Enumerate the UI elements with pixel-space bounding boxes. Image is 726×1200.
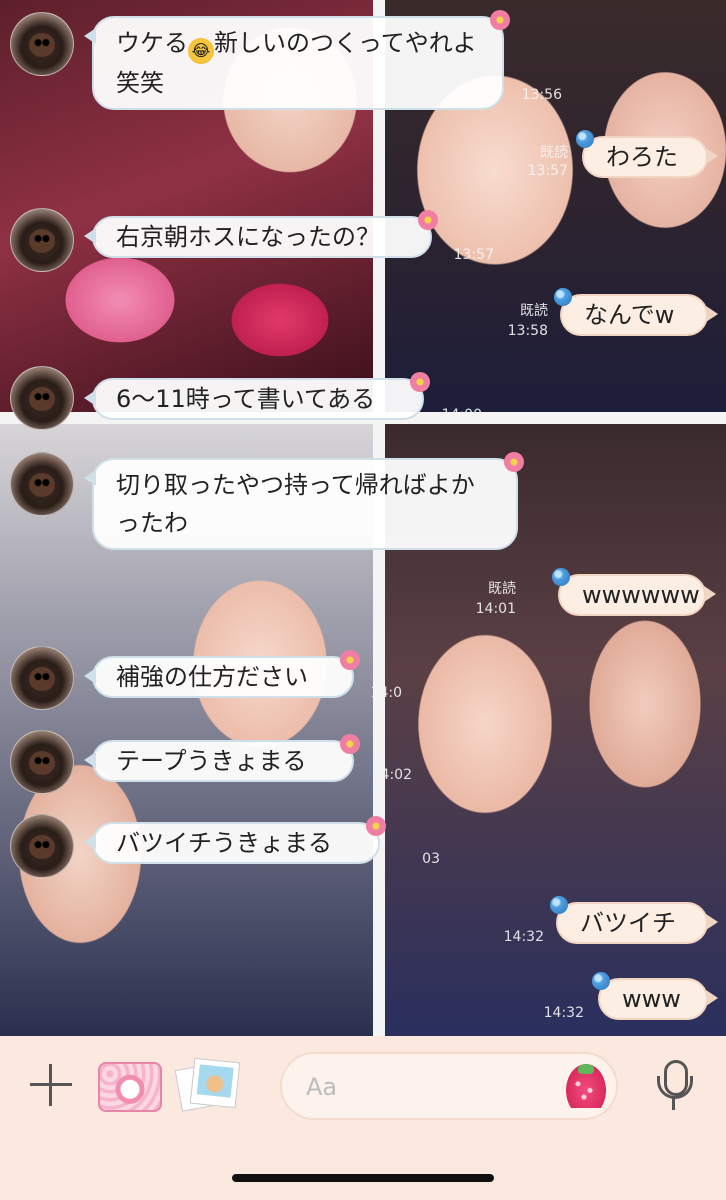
message-bubble-outgoing[interactable]: バツイチ <box>550 896 718 944</box>
read-receipt: 既読 <box>540 145 568 161</box>
blueberry-icon <box>550 896 568 914</box>
timestamp: 14:00 <box>441 407 482 423</box>
message-bubble-outgoing[interactable]: なんでw <box>554 288 718 336</box>
message-input[interactable] <box>304 1068 558 1106</box>
message-text: wwwwww <box>582 581 700 609</box>
timestamp: 14:32 <box>543 1005 584 1021</box>
message-text: わろた <box>606 143 678 171</box>
message-bubble-incoming[interactable]: ウケる 😂 新しいのつくってやれよ笑笑 <box>84 10 510 110</box>
read-receipt: 既読 <box>520 303 548 319</box>
message-bubble-incoming[interactable]: 右京朝ホスになったの？ <box>84 210 438 258</box>
blueberry-icon <box>576 130 594 148</box>
message-text: バツイチうきょまる <box>116 829 332 857</box>
timestamp: 13:57 <box>453 247 494 263</box>
mic-stem <box>672 1098 675 1110</box>
timestamp: 13:58 <box>507 323 548 339</box>
avatar[interactable] <box>10 366 74 430</box>
flower-icon <box>366 816 386 836</box>
camera-icon[interactable] <box>98 1062 162 1112</box>
blueberry-icon <box>554 288 572 306</box>
flower-icon <box>418 210 438 230</box>
message-list[interactable]: ウケる 😂 新しいのつくってやれよ笑笑 13:56 既読 13:57 わろた 右京朝… <box>0 0 726 1036</box>
flower-icon <box>340 650 360 670</box>
message-input-field[interactable] <box>280 1052 618 1120</box>
message-bubble-outgoing[interactable]: www <box>592 972 718 1020</box>
message-text: ウケる <box>116 29 188 57</box>
message-text: 右京朝ホスになったの？ <box>116 223 380 251</box>
timestamp: 14:32 <box>503 929 544 945</box>
message-text: バツイチ <box>580 909 676 937</box>
message-bubble-incoming[interactable]: 切り取ったやつ持って帰ればよかったわ <box>84 452 524 550</box>
photos-icon[interactable] <box>174 1057 241 1112</box>
flower-icon <box>490 10 510 30</box>
avatar[interactable] <box>10 208 74 272</box>
plus-icon[interactable] <box>28 1062 74 1108</box>
message-text: なんでw <box>584 301 675 329</box>
timestamp: 14:02 <box>371 767 412 783</box>
read-receipt: 既読 <box>488 581 516 597</box>
mic-arc <box>657 1076 693 1099</box>
flower-icon <box>410 372 430 392</box>
timestamp: 13:57 <box>527 163 568 179</box>
rofl-emoji-icon: 😂 <box>188 38 214 64</box>
timestamp: 14:01 <box>475 601 516 617</box>
microphone-icon[interactable] <box>656 1060 693 1112</box>
timestamp: 14:0 <box>370 685 402 701</box>
message-bubble-incoming[interactable]: 6〜11時って書いてある <box>84 372 430 420</box>
avatar[interactable] <box>10 452 74 516</box>
blueberry-icon <box>552 568 570 586</box>
home-indicator <box>232 1174 494 1182</box>
photo-frame-front <box>189 1057 241 1109</box>
timestamp: 03 <box>422 851 440 867</box>
message-bubble-incoming[interactable]: 補強の仕方ださい <box>84 650 360 698</box>
message-text: 切り取ったやつ持って帰ればよかったわ <box>116 471 475 537</box>
message-text: 補強の仕方ださい <box>116 663 308 691</box>
avatar[interactable] <box>10 730 74 794</box>
message-bubble-incoming[interactable]: テープうきょまる <box>84 734 360 782</box>
avatar[interactable] <box>10 814 74 878</box>
flower-icon <box>340 734 360 754</box>
message-text: テープうきょまる <box>116 747 307 775</box>
message-text: www <box>622 985 681 1013</box>
message-text: 6〜11時って書いてある <box>116 385 376 413</box>
timestamp: 13:56 <box>521 87 562 103</box>
message-bubble-outgoing[interactable]: わろた <box>576 130 718 178</box>
strawberry-sticker-icon[interactable] <box>566 1064 606 1108</box>
flower-icon <box>504 452 524 472</box>
avatar[interactable] <box>10 12 74 76</box>
avatar[interactable] <box>10 646 74 710</box>
message-bubble-incoming[interactable]: バツイチうきょまる <box>84 816 386 864</box>
blueberry-icon <box>592 972 610 990</box>
message-bubble-outgoing[interactable]: wwwwww <box>552 568 716 616</box>
